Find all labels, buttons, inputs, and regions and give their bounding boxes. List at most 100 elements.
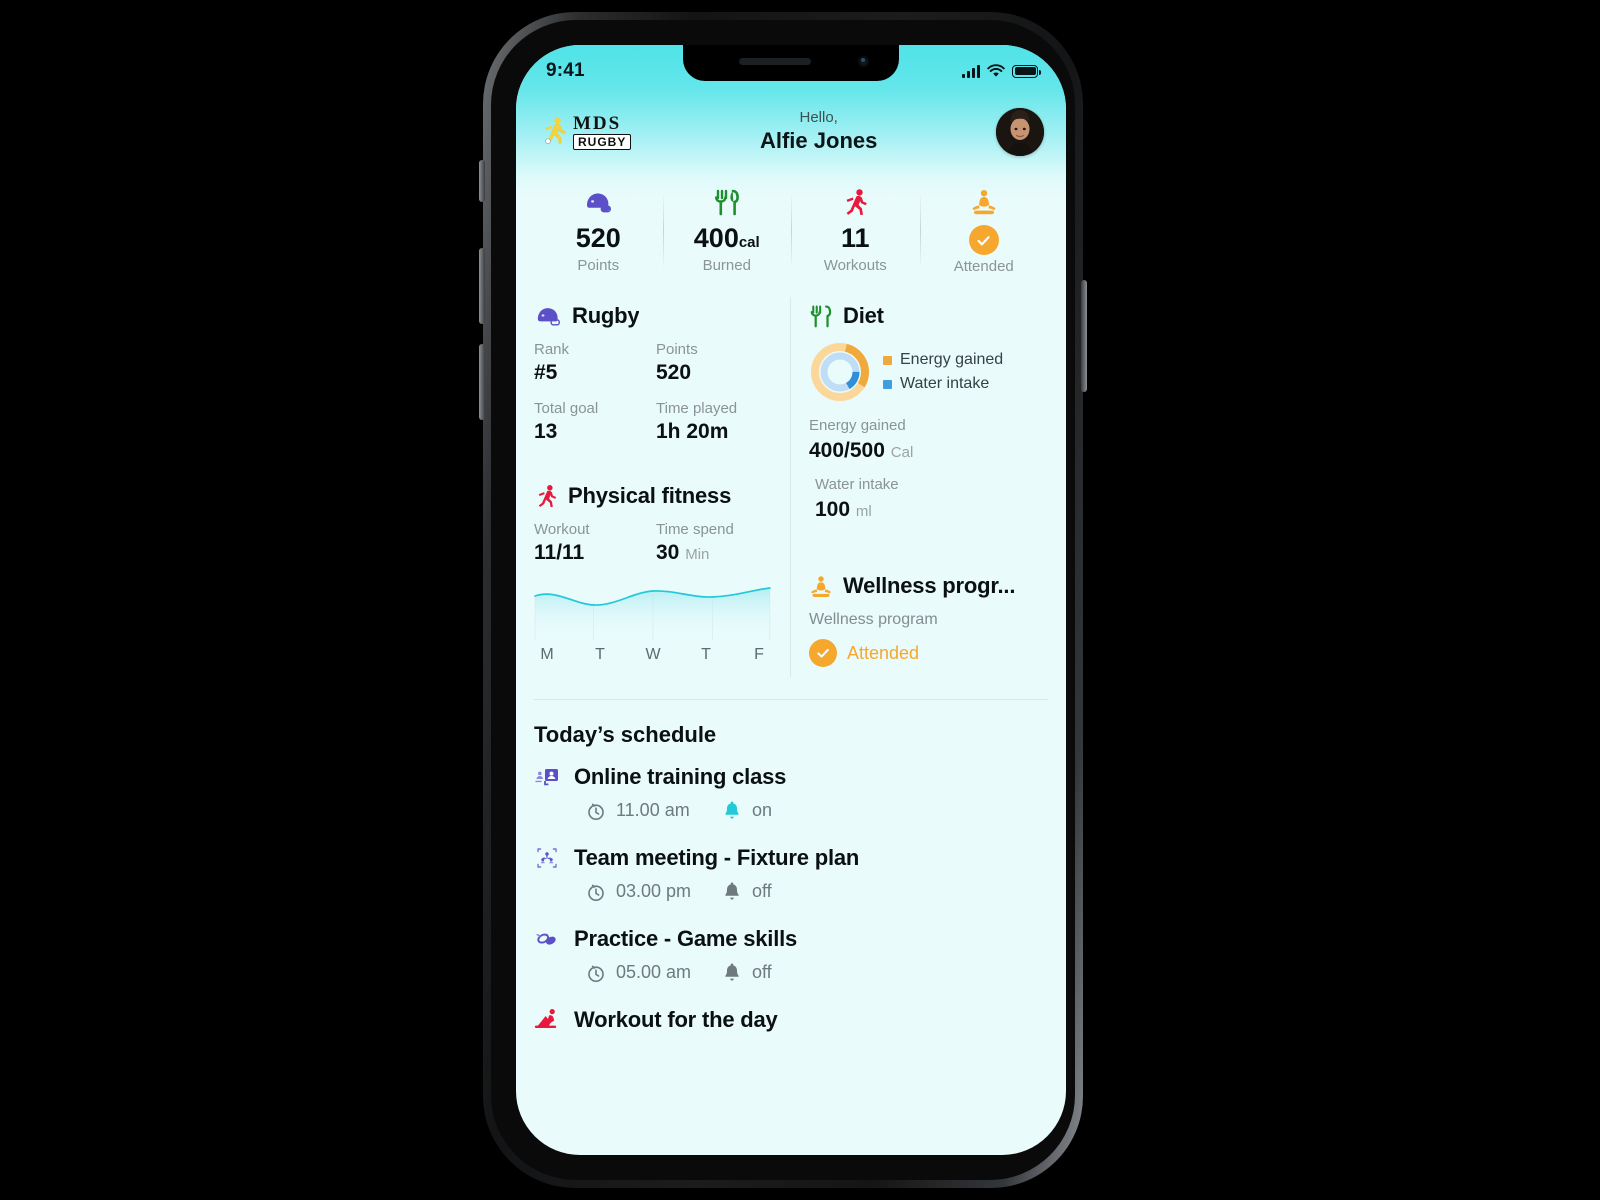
fitness-chart-axis-labels: M T W T F bbox=[534, 640, 772, 664]
fitness-time-unit: Min bbox=[685, 545, 710, 563]
stopwatch-icon bbox=[586, 801, 606, 821]
chart-day-label: M bbox=[540, 646, 554, 663]
schedule-item-header: Practice - Game skills bbox=[534, 926, 1048, 952]
card-fitness-header: Physical fitness bbox=[534, 483, 772, 509]
diet-water-unit: ml bbox=[855, 502, 872, 520]
schedule-item-name: Team meeting - Fixture plan bbox=[574, 845, 860, 870]
screenshot-stage: 9:41 MDS RUGBY Hello, Alfie Jones 520 Po… bbox=[0, 0, 1600, 1200]
schedule-item-header: Team meeting - Fixture plan bbox=[534, 845, 1048, 871]
card-rugby-title: Rugby bbox=[572, 303, 640, 328]
team-meeting-icon bbox=[534, 845, 560, 871]
volume-down-button[interactable] bbox=[479, 344, 485, 420]
chart-day-label: W bbox=[645, 646, 661, 663]
schedule-item-workout[interactable]: Workout for the day bbox=[534, 1007, 1048, 1033]
chart-day-label: F bbox=[754, 646, 764, 663]
rugby-rank-value: #5 bbox=[534, 360, 558, 384]
card-wellness-header: Wellness progr... bbox=[809, 573, 1048, 599]
stat-attended[interactable]: Attended bbox=[919, 181, 1049, 281]
mute-switch-button[interactable] bbox=[479, 160, 485, 202]
logo-primary-text: MDS bbox=[573, 113, 622, 134]
volume-up-button[interactable] bbox=[479, 248, 485, 324]
diet-energy-block: Energy gained 400/500 Cal bbox=[809, 417, 1048, 464]
card-rugby-header: Rugby bbox=[534, 303, 772, 329]
phone-bezel: 9:41 MDS RUGBY Hello, Alfie Jones 520 Po… bbox=[491, 20, 1075, 1180]
stopwatch-icon bbox=[586, 882, 606, 902]
power-button[interactable] bbox=[1081, 280, 1087, 392]
card-diet-header: Diet bbox=[809, 303, 1048, 329]
rugby-rank-label: Rank bbox=[534, 341, 570, 358]
cutlery-icon bbox=[665, 185, 790, 219]
stats-row: 520 Points 400cal Burned 11 Workouts Att… bbox=[516, 167, 1066, 291]
rugby-points-label: Points bbox=[656, 341, 698, 358]
logo-secondary-text: RUGBY bbox=[573, 134, 632, 150]
greeting-label: Hello, bbox=[799, 109, 838, 127]
stat-burned-label: Burned bbox=[702, 257, 751, 275]
schedule-item-name: Practice - Game skills bbox=[574, 926, 798, 951]
avatar[interactable] bbox=[996, 108, 1044, 156]
stopwatch-icon bbox=[586, 963, 606, 983]
logo-wordmark: MDS RUGBY bbox=[573, 113, 632, 150]
diet-donut-row: Energy gained Water intake bbox=[809, 341, 1048, 403]
online-class-icon bbox=[534, 764, 560, 790]
stat-points[interactable]: 520 Points bbox=[534, 181, 663, 281]
chart-day-label: T bbox=[701, 646, 711, 663]
fitness-area-chart: M T W T F bbox=[534, 580, 772, 664]
card-diet-title: Diet bbox=[843, 303, 884, 328]
card-rugby-metrics: Rank #5 Points 520 Total goal 13 Time pl… bbox=[534, 341, 772, 445]
stat-points-value: 520 bbox=[575, 223, 621, 253]
stat-burned-value: 400cal bbox=[693, 223, 760, 253]
stat-burned[interactable]: 400cal Burned bbox=[662, 181, 792, 281]
cards-right-column: Diet Energy gained Water intake Energy g… bbox=[791, 297, 1066, 677]
stat-workouts[interactable]: 11 Workouts bbox=[791, 181, 920, 281]
card-wellness-title: Wellness progr... bbox=[843, 573, 1016, 598]
card-physical-fitness[interactable]: Physical fitness Workout 11/11 Time spen… bbox=[534, 477, 772, 674]
phone-frame: 9:41 MDS RUGBY Hello, Alfie Jones 520 Po… bbox=[479, 12, 1087, 1188]
diet-water-label: Water intake bbox=[815, 476, 899, 493]
app-logo[interactable]: MDS RUGBY bbox=[542, 113, 632, 150]
schedule-item-practice[interactable]: Practice - Game skills 05.00 am off bbox=[534, 926, 1048, 983]
rugby-goal-label: Total goal bbox=[534, 400, 599, 417]
wellness-status-row: Attended bbox=[809, 639, 1048, 667]
card-rugby[interactable]: Rugby Rank #5 Points 520 Total goal 13 T… bbox=[534, 297, 772, 455]
wellness-status-text: Attended bbox=[847, 642, 920, 663]
cutlery-icon bbox=[809, 304, 833, 328]
rugby-helmet-icon bbox=[536, 185, 661, 219]
schedule-item-alarm: off bbox=[752, 962, 772, 982]
running-icon bbox=[534, 483, 558, 509]
bell-icon[interactable] bbox=[722, 882, 742, 902]
legend-swatch-water bbox=[883, 379, 892, 389]
diet-water-block: Water intake 100 ml bbox=[815, 476, 1048, 523]
fitness-chart-svg bbox=[534, 587, 771, 640]
rugby-time-label: Time played bbox=[656, 400, 738, 417]
schedule-item-online-training[interactable]: Online training class 11.00 am on bbox=[534, 764, 1048, 821]
schedule-item-meta: 11.00 am on bbox=[586, 800, 1048, 821]
card-wellness-program[interactable]: Wellness progr... Wellness program Atten… bbox=[809, 567, 1048, 677]
fitness-workout-label: Workout bbox=[534, 521, 590, 538]
phone-screen: 9:41 MDS RUGBY Hello, Alfie Jones 520 Po… bbox=[516, 45, 1066, 1155]
schedule-item-header: Online training class bbox=[534, 764, 1048, 790]
legend-item-water: Water intake bbox=[883, 375, 1003, 393]
practice-icon bbox=[534, 926, 560, 952]
dashboard-content: 520 Points 400cal Burned 11 Workouts Att… bbox=[516, 167, 1066, 1033]
bell-icon[interactable] bbox=[722, 801, 742, 821]
stat-attended-label: Attended bbox=[953, 258, 1014, 275]
rugby-points: Points 520 bbox=[656, 341, 772, 386]
diet-legend: Energy gained Water intake bbox=[883, 351, 1003, 393]
card-fitness-title: Physical fitness bbox=[568, 483, 732, 508]
schedule-title: Today’s schedule bbox=[534, 722, 717, 747]
fitness-time-value: 30 Min bbox=[656, 540, 710, 564]
chart-day-label: T bbox=[595, 646, 605, 663]
schedule-item-team-meeting[interactable]: Team meeting - Fixture plan 03.00 pm off bbox=[534, 845, 1048, 902]
rugby-time-played: Time played 1h 20m bbox=[656, 400, 772, 445]
diet-energy-value: 400/500 Cal bbox=[809, 438, 914, 462]
earpiece-speaker-icon bbox=[739, 58, 811, 65]
fitness-workout: Workout 11/11 bbox=[534, 521, 650, 566]
legend-label-energy: Energy gained bbox=[900, 351, 1004, 368]
diet-water-value: 100 ml bbox=[815, 497, 872, 521]
card-diet[interactable]: Diet Energy gained Water intake Energy g… bbox=[809, 297, 1048, 545]
device-notch bbox=[683, 45, 899, 81]
wellness-sub-label: Wellness program bbox=[809, 611, 938, 628]
bell-icon[interactable] bbox=[722, 963, 742, 983]
legend-label-water: Water intake bbox=[900, 375, 990, 392]
rugby-goal-value: 13 bbox=[534, 419, 558, 443]
